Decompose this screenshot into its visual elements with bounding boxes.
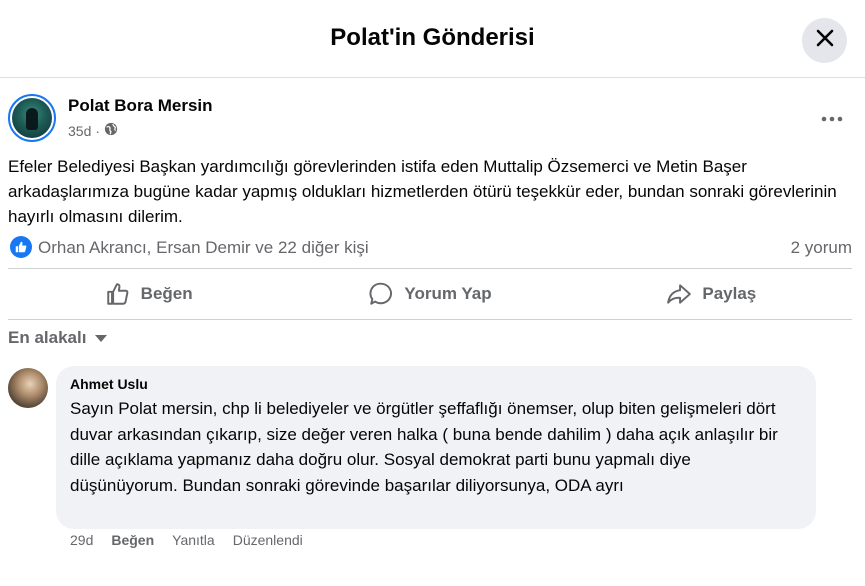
comment-bubble: Ahmet Uslu Sayın Polat mersin, chp li be… — [56, 366, 816, 529]
thumbs-up-icon — [105, 281, 131, 307]
post-actions-bar: Beğen Yorum Yap Paylaş — [8, 268, 852, 320]
like-label: Beğen — [140, 284, 193, 303]
comment-text: Sayın Polat mersin, chp li belediyeler v… — [70, 399, 778, 495]
speech-bubble-icon — [368, 281, 394, 307]
comment-label: Yorum Yap — [404, 284, 492, 303]
comment-reply-button[interactable]: Yanıtla — [172, 532, 215, 548]
post-age[interactable]: 35d — [68, 123, 91, 139]
meta-separator: · — [95, 122, 101, 139]
share-arrow-icon — [666, 281, 692, 307]
author-avatar[interactable] — [8, 94, 56, 142]
post-text: Efeler Belediyesi Başkan yardımcılığı gö… — [8, 157, 837, 226]
comment-actions: 29d Beğen Yanıtla Düzenlendi — [70, 532, 321, 548]
share-button[interactable]: Paylaş — [571, 269, 852, 319]
dialog-title: Polat'in Gönderisi — [330, 24, 535, 51]
more-horizontal-icon — [821, 109, 843, 127]
sort-label: En alakalı — [8, 328, 87, 347]
more-options-button[interactable] — [816, 102, 848, 134]
comment-author[interactable]: Ahmet Uslu — [70, 376, 802, 392]
comment-count[interactable]: 2 yorum — [791, 238, 852, 258]
like-button[interactable]: Beğen — [8, 269, 289, 319]
close-icon — [816, 29, 834, 52]
caret-down-icon — [94, 328, 108, 348]
reactions-row: Orhan Akrancı, Ersan Demir ve 22 diğer k… — [8, 236, 852, 260]
post-author-row: Polat Bora Mersin 35d · — [8, 94, 848, 144]
comment-like-button[interactable]: Beğen — [111, 532, 154, 548]
globe-icon — [104, 122, 118, 139]
close-button[interactable] — [802, 18, 847, 63]
author-name[interactable]: Polat Bora Mersin — [68, 96, 213, 116]
post-meta: 35d · — [68, 122, 118, 139]
thumbs-up-icon — [10, 236, 32, 258]
comment-age[interactable]: 29d — [70, 532, 93, 548]
reaction-names[interactable]: Orhan Akrancı, Ersan Demir ve 22 diğer k… — [38, 238, 369, 258]
comment-button[interactable]: Yorum Yap — [289, 269, 570, 319]
share-label: Paylaş — [702, 284, 757, 303]
comment-edited-label[interactable]: Düzenlendi — [233, 532, 303, 548]
dialog-header: Polat'in Gönderisi — [0, 0, 865, 78]
commenter-avatar[interactable] — [8, 368, 48, 408]
comment-sort-dropdown[interactable]: En alakalı — [8, 328, 108, 348]
